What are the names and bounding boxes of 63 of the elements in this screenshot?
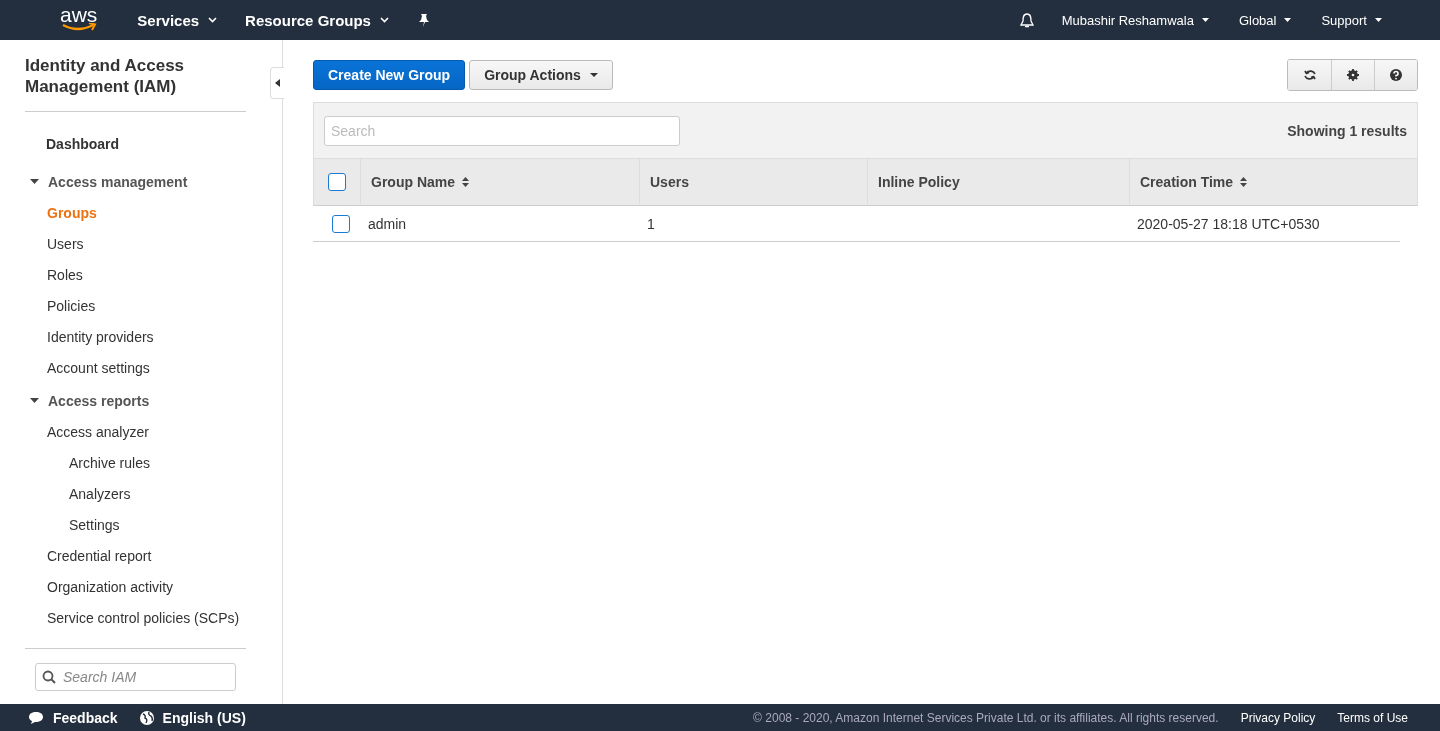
- nav-link[interactable]: Service control policies (SCPs): [47, 603, 240, 634]
- caret-icon: [30, 179, 39, 184]
- section-toggle[interactable]: Access reports: [30, 384, 150, 417]
- sort-icon: [462, 177, 469, 187]
- refresh-button[interactable]: [1288, 60, 1331, 90]
- group-actions-button[interactable]: Group Actions: [469, 60, 613, 90]
- nav-menu[interactable]: Services: [137, 11, 218, 29]
- speech-bubble-icon: [28, 710, 44, 725]
- nav-menu[interactable]: Mubashir Reshamwala: [1061, 12, 1209, 28]
- search-icon: [42, 670, 56, 684]
- nav-menu[interactable]: Resource Groups: [245, 11, 389, 29]
- caret-icon: [1375, 18, 1382, 22]
- search-field[interactable]: Search: [324, 115, 680, 146]
- nav-link[interactable]: Organization activity: [47, 572, 174, 603]
- caret-icon: [1284, 18, 1292, 22]
- nav-link[interactable]: Access analyzer: [47, 417, 149, 448]
- footer-link[interactable]: Terms of Use: [1337, 710, 1408, 725]
- column-header: Users: [639, 158, 867, 206]
- nav-link[interactable]: Identity providers: [47, 322, 154, 353]
- nav-link[interactable]: Roles: [47, 260, 83, 291]
- help-icon: [1390, 69, 1402, 81]
- column-header: Inline Policy: [867, 158, 1129, 206]
- table-cell: 1: [647, 215, 655, 232]
- caret-icon: [589, 73, 598, 77]
- column-header[interactable]: Group Name: [360, 158, 639, 206]
- caret-icon: [30, 398, 39, 403]
- smile-arrow-icon: [60, 23, 97, 32]
- table-cell: admin: [368, 215, 407, 232]
- nav-link[interactable]: Users: [47, 229, 84, 260]
- collapse-sidebar-tab[interactable]: [270, 67, 284, 99]
- settings-icon: [1347, 69, 1359, 81]
- nav-link[interactable]: Archive rules: [69, 448, 150, 479]
- nav-menu[interactable]: Global: [1238, 12, 1292, 28]
- table-cell: 2020-05-27 18:18 UTC+0530: [1137, 215, 1320, 232]
- nav-link[interactable]: Analyzers: [69, 479, 131, 510]
- nav-link[interactable]: Account settings: [47, 353, 150, 384]
- search-field[interactable]: Search IAM: [35, 663, 236, 691]
- feedback-link[interactable]: Feedback: [28, 709, 118, 726]
- caret-icon: [1201, 18, 1209, 22]
- section-toggle[interactable]: Access management: [30, 165, 188, 198]
- help-button[interactable]: [1374, 60, 1417, 90]
- nav-link[interactable]: Credential report: [47, 541, 152, 572]
- globe-icon: [139, 710, 154, 725]
- nav-link[interactable]: Settings: [69, 510, 120, 541]
- nav-menu[interactable]: Support: [1321, 12, 1382, 28]
- copyright-text: © 2008 - 2020, Amazon Internet Services Private Ltd. or its affiliates. All rights reserved.: [753, 710, 1219, 725]
- nav-link[interactable]: Policies: [47, 291, 96, 322]
- nav-link[interactable]: Dashboard: [46, 129, 120, 163]
- sidebar-title: Identity and Access Management (IAM): [25, 55, 246, 112]
- caret-icon: [275, 79, 280, 87]
- create-group-button[interactable]: Create New Group: [313, 60, 466, 90]
- result-count: Showing 1 results: [1287, 122, 1407, 139]
- refresh-icon: [1303, 69, 1316, 81]
- language-selector[interactable]: English (US): [139, 709, 246, 726]
- chevron-down-icon: [379, 17, 389, 23]
- checkbox[interactable]: [331, 214, 350, 233]
- checkbox[interactable]: [328, 173, 346, 191]
- column-header[interactable]: Creation Time: [1129, 158, 1418, 206]
- footer-link[interactable]: Privacy Policy: [1240, 710, 1316, 725]
- bell-icon: [1018, 12, 1035, 28]
- chevron-down-icon: [208, 17, 218, 23]
- sort-icon: [1240, 177, 1248, 187]
- settings-button[interactable]: [1331, 60, 1374, 90]
